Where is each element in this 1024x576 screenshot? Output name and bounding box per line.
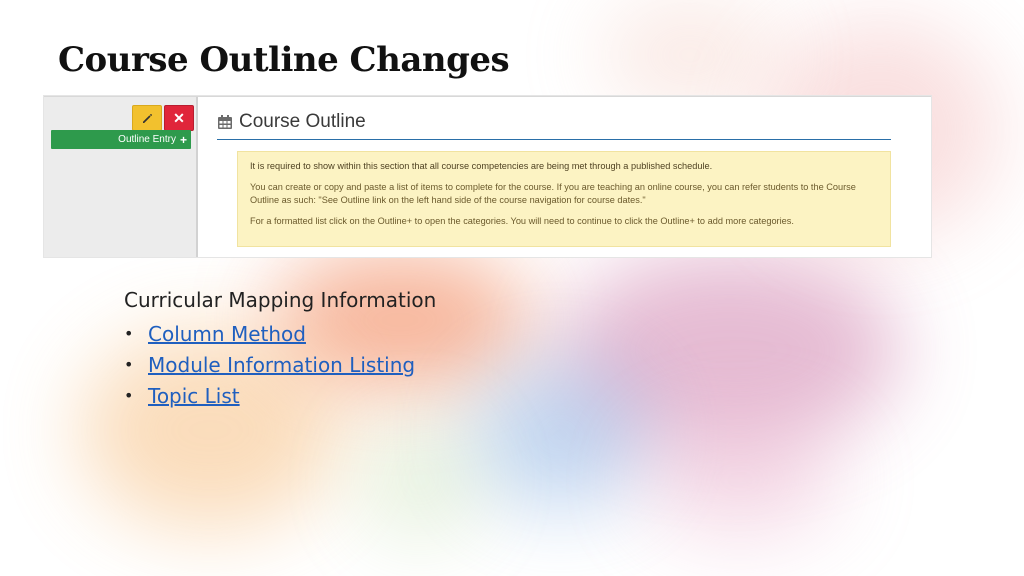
slide-title: Course Outline Changes (58, 40, 510, 80)
curricular-mapping-section: Curricular Mapping Information • Column … (124, 288, 436, 411)
column-method-link[interactable]: Column Method (148, 322, 306, 346)
topic-list-link[interactable]: Topic List (148, 384, 240, 408)
course-outline-header: Course Outline (217, 111, 366, 133)
notice-line: For a formatted list click on the Outlin… (250, 216, 794, 226)
outline-entry-button[interactable]: Outline Entry + (51, 130, 191, 149)
plus-icon: + (179, 132, 187, 147)
close-icon: ✕ (173, 109, 185, 126)
list-item: • Module Information Listing (124, 349, 436, 380)
left-panel: ✕ Outline Entry + (44, 97, 198, 257)
notice-box: It is required to show within this secti… (237, 151, 891, 247)
calendar-icon (218, 115, 232, 129)
module-information-listing-link[interactable]: Module Information Listing (148, 353, 415, 377)
background-blob (360, 420, 480, 540)
edit-button[interactable] (132, 105, 162, 131)
mapping-title: Curricular Mapping Information (124, 288, 437, 312)
bullet: • (124, 355, 134, 374)
pencil-icon (143, 113, 153, 123)
notice-line: You can create or copy and paste a list … (250, 182, 856, 205)
list-item: • Topic List (124, 380, 436, 411)
close-button[interactable]: ✕ (164, 105, 194, 131)
background-blob (470, 360, 650, 510)
background-blob (600, 0, 780, 110)
bullet: • (124, 386, 134, 405)
header-divider (217, 139, 891, 140)
course-outline-heading: Course Outline (239, 111, 366, 132)
outline-entry-label: Outline Entry (118, 134, 176, 145)
course-outline-screenshot: ✕ Outline Entry + Course Outline It is r… (44, 96, 931, 257)
notice-line: It is required to show within this secti… (250, 161, 713, 171)
list-item: • Column Method (124, 318, 436, 349)
background-blob (640, 420, 840, 540)
bullet: • (124, 324, 134, 343)
